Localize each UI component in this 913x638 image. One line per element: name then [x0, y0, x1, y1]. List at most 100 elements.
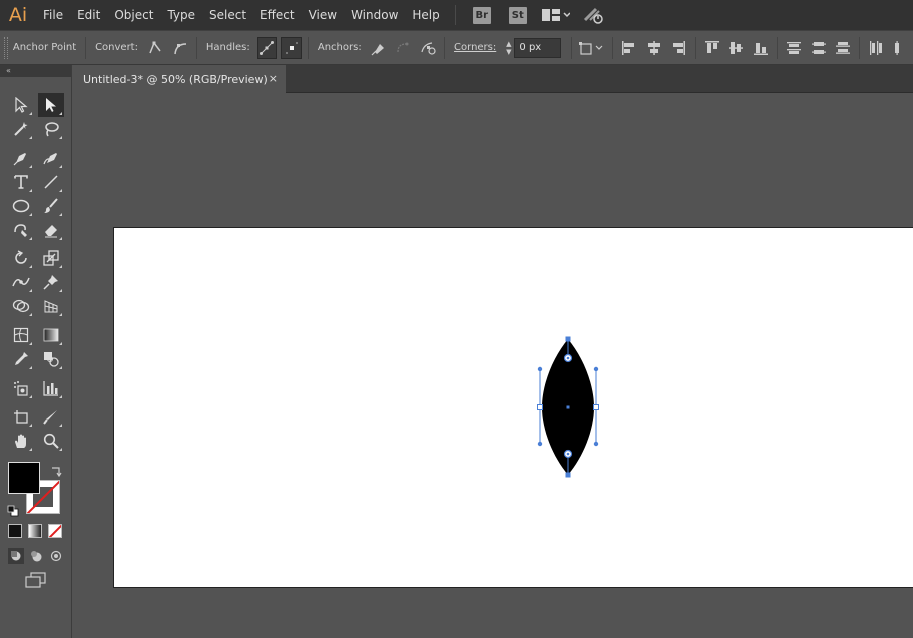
corners-label[interactable]: Corners: — [454, 42, 496, 53]
tool-row — [8, 93, 64, 117]
distribute-bottom-icon — [836, 41, 851, 54]
screen-mode-icon — [25, 572, 46, 588]
distribute-left-button[interactable] — [866, 37, 886, 59]
align-vertical-center-button[interactable] — [726, 37, 746, 59]
menu-select[interactable]: Select — [202, 0, 253, 30]
distribute-horizontal-center-button[interactable] — [891, 37, 911, 59]
bridge-button[interactable]: Br — [472, 6, 491, 24]
corners-stepper[interactable]: ▲ ▼ — [503, 38, 514, 58]
align-horizontal-center-button[interactable] — [644, 37, 664, 59]
lasso-tool[interactable] — [38, 117, 64, 141]
convert-to-smooth-button[interactable] — [169, 37, 189, 59]
gradient-tool[interactable] — [38, 323, 64, 347]
gradient-button[interactable] — [28, 524, 42, 538]
cut-path-button[interactable] — [418, 37, 438, 59]
blend-tool[interactable] — [38, 347, 64, 371]
align-top-button[interactable] — [702, 37, 722, 59]
slice-tool[interactable] — [38, 405, 64, 429]
width-tool[interactable] — [8, 270, 34, 294]
stock-button[interactable]: St — [508, 6, 527, 24]
align-right-button[interactable] — [668, 37, 688, 59]
none-button[interactable] — [48, 524, 62, 538]
tools-collapse-toggle[interactable]: « — [0, 65, 71, 77]
align-horizontal-center-icon — [647, 40, 660, 55]
control-bar: Anchor Point Convert: Handles: Anchors: … — [0, 30, 913, 65]
stepper-down-icon[interactable]: ▼ — [506, 48, 511, 56]
distribute-vertical-center-button[interactable] — [808, 37, 828, 59]
direct-selection-tool[interactable] — [38, 93, 64, 117]
tool-row — [8, 347, 64, 371]
type-tool[interactable] — [8, 170, 34, 194]
transform-button[interactable] — [578, 37, 606, 59]
tool-row — [8, 117, 64, 141]
line-segment-tool[interactable] — [38, 170, 64, 194]
curvature-tool[interactable] — [38, 146, 64, 170]
canvas-area[interactable] — [73, 94, 913, 638]
rotate-tool[interactable] — [8, 246, 34, 270]
align-left-button[interactable] — [619, 37, 639, 59]
menu-type[interactable]: Type — [160, 0, 202, 30]
distribute-bottom-button[interactable] — [833, 37, 853, 59]
sync-settings-button[interactable] — [582, 6, 606, 24]
scale-tool[interactable] — [38, 246, 64, 270]
tool-row — [8, 194, 64, 218]
convert-to-corner-button[interactable] — [145, 37, 165, 59]
symbol-sprayer-tool[interactable] — [8, 376, 34, 400]
distribute-top-button[interactable] — [784, 37, 804, 59]
panel-grip[interactable] — [4, 36, 8, 59]
tool-row — [8, 323, 64, 347]
menu-help[interactable]: Help — [405, 0, 446, 30]
magic-wand-tool[interactable] — [8, 117, 34, 141]
align-bottom-icon — [753, 42, 768, 55]
eraser-tool[interactable] — [38, 218, 64, 242]
menu-view[interactable]: View — [302, 0, 344, 30]
draw-behind-button[interactable] — [28, 548, 44, 564]
menu-bar: Ai File Edit Object Type Select Effect V… — [0, 0, 913, 30]
draw-normal-button[interactable] — [8, 548, 24, 564]
menu-effect[interactable]: Effect — [253, 0, 302, 30]
stepper-up-icon[interactable]: ▲ — [506, 40, 511, 48]
show-handles-button[interactable] — [256, 36, 278, 59]
fill-swatch[interactable] — [8, 462, 40, 494]
hide-handles-button[interactable] — [281, 36, 302, 59]
column-graph-tool[interactable] — [38, 376, 64, 400]
artboard-tool[interactable] — [8, 405, 34, 429]
menu-window[interactable]: Window — [344, 0, 405, 30]
show-handles-icon — [260, 40, 274, 55]
perspective-grid-tool[interactable] — [38, 294, 64, 318]
connect-endpoints-button[interactable] — [393, 37, 413, 59]
corners-input[interactable]: 0 px — [514, 37, 562, 58]
align-bottom-button[interactable] — [750, 37, 770, 59]
hand-tool[interactable] — [8, 429, 34, 453]
mesh-tool[interactable] — [8, 323, 34, 347]
pen-tool[interactable] — [8, 146, 34, 170]
separator — [612, 36, 614, 59]
eyedropper-tool[interactable] — [8, 347, 34, 371]
tool-row — [8, 405, 64, 429]
separator — [694, 36, 696, 59]
puppet-warp-tool[interactable] — [38, 270, 64, 294]
menu-edit[interactable]: Edit — [70, 0, 107, 30]
shape-builder-tool[interactable] — [8, 294, 34, 318]
menu-object[interactable]: Object — [107, 0, 160, 30]
draw-inside-button[interactable] — [48, 548, 64, 564]
ellipse-tool[interactable] — [8, 194, 34, 218]
draw-behind-icon — [31, 551, 42, 562]
zoom-tool[interactable] — [38, 429, 64, 453]
selected-path[interactable] — [73, 94, 913, 638]
menu-file[interactable]: File — [36, 0, 70, 30]
workspace-switcher-button[interactable] — [541, 8, 570, 22]
color-button[interactable] — [8, 524, 22, 538]
selection-tool[interactable] — [8, 93, 34, 117]
swap-fill-stroke-icon[interactable] — [50, 463, 62, 482]
document-tab[interactable]: Untitled-3* @ 50% (RGB/Preview) × — [73, 65, 286, 93]
default-fill-stroke-icon[interactable] — [7, 502, 19, 521]
magic-wand-icon — [14, 122, 28, 136]
scale-icon — [43, 250, 59, 266]
close-icon[interactable]: × — [269, 72, 278, 85]
illustrator-window: Ai File Edit Object Type Select Effect V… — [0, 0, 913, 638]
shaper-tool[interactable] — [8, 218, 34, 242]
screen-mode-button[interactable] — [24, 572, 48, 592]
remove-anchor-button[interactable] — [369, 37, 389, 59]
paintbrush-tool[interactable] — [38, 194, 64, 218]
